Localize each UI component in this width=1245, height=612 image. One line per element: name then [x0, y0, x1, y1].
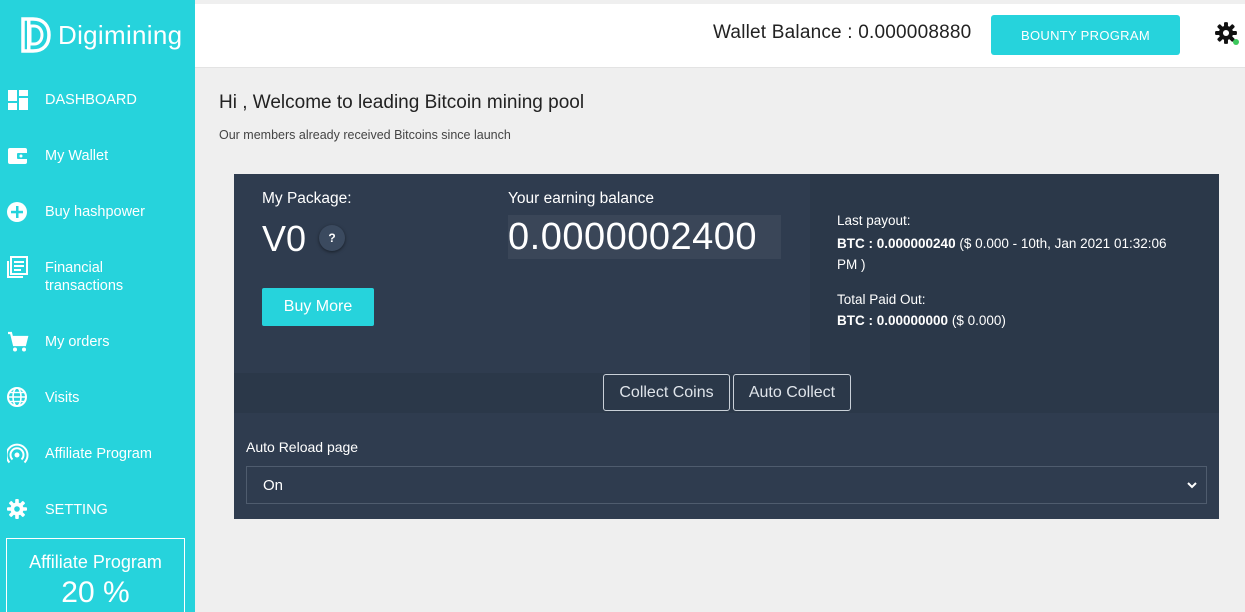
- sidebar-item-label: Buy hashpower: [45, 204, 145, 220]
- auto-reload-selected: On: [263, 477, 284, 494]
- earning-balance-label: Your earning balance: [508, 190, 654, 207]
- sidebar-item-label: Affiliate Program: [45, 446, 152, 462]
- payout-pane: Last payout: BTC : 0.000000240 ($ 0.000 …: [810, 174, 1219, 373]
- last-payout-label: Last payout:: [837, 213, 911, 228]
- earning-balance-value: 0.0000002400: [508, 215, 781, 259]
- document-list-icon: [7, 256, 28, 278]
- package-label: My Package:: [262, 190, 352, 207]
- cart-icon: [8, 331, 29, 352]
- globe-icon: [7, 387, 27, 407]
- chevron-down-icon: [1187, 482, 1197, 489]
- brand[interactable]: Digimining: [20, 16, 182, 54]
- wallet-icon: [8, 148, 29, 164]
- collect-coins-button[interactable]: Collect Coins: [603, 374, 730, 411]
- sidebar: Digimining DASHBOARD My Wallet Buy hashp…: [0, 0, 195, 612]
- total-paid-usd: ($ 0.000): [948, 313, 1006, 328]
- online-status-dot: [1233, 39, 1239, 45]
- sidebar-item-label: My Wallet: [45, 148, 109, 164]
- wallet-balance: Wallet Balance : 0.000008880: [713, 22, 972, 43]
- sidebar-item-label: DASHBOARD: [45, 92, 137, 108]
- bounty-program-button[interactable]: BOUNTY PROGRAM: [991, 15, 1180, 55]
- dashboard-icon: [8, 90, 28, 110]
- help-icon[interactable]: ?: [319, 225, 345, 251]
- affiliate-box[interactable]: Affiliate Program 20 %: [6, 538, 185, 612]
- mining-panel: Last payout: BTC : 0.000000240 ($ 0.000 …: [234, 174, 1219, 519]
- affiliate-box-title: Affiliate Program: [29, 552, 162, 572]
- sidebar-item-label: Visits: [45, 390, 80, 406]
- sidebar-item-label: SETTING: [45, 502, 108, 518]
- last-payout-btc: BTC : 0.000000240: [837, 236, 956, 251]
- welcome-heading: Hi , Welcome to leading Bitcoin mining p…: [219, 92, 585, 113]
- total-paid-label: Total Paid Out:: [837, 292, 926, 307]
- brand-name: Digimining: [58, 19, 183, 50]
- auto-reload-label: Auto Reload page: [246, 439, 359, 455]
- sidebar-item-label: Financial transactions: [45, 260, 124, 294]
- package-value: V0: [262, 218, 307, 259]
- total-paid-detail: BTC : 0.00000000 ($ 0.000): [837, 313, 1006, 328]
- plus-circle-icon: [7, 202, 27, 222]
- total-paid-btc: BTC : 0.00000000: [837, 313, 949, 328]
- auto-reload-select[interactable]: On: [246, 466, 1207, 504]
- broadcast-icon: [7, 443, 29, 464]
- top-bar: Wallet Balance : 0.000008880 BOUNTY PROG…: [195, 4, 1245, 68]
- sidebar-item-label: My orders: [45, 334, 110, 350]
- welcome-subtitle: Our members already received Bitcoins si…: [219, 128, 511, 142]
- affiliate-box-value: 20 %: [61, 576, 130, 609]
- digimining-logo-icon: [21, 17, 51, 53]
- last-payout-detail: BTC : 0.000000240 ($ 0.000 - 10th, Jan 2…: [837, 233, 1187, 275]
- gear-icon: [7, 499, 27, 519]
- auto-collect-button[interactable]: Auto Collect: [733, 374, 851, 411]
- buy-more-button[interactable]: Buy More: [262, 288, 374, 326]
